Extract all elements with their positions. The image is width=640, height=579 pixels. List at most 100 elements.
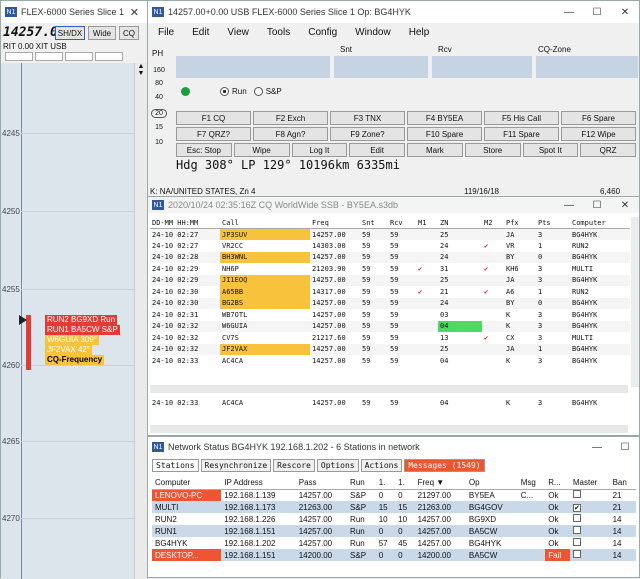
fkey-button[interactable]: Log It — [291, 143, 348, 157]
log-hscrollbar[interactable] — [150, 385, 628, 393]
fkey-button[interactable]: Wipe — [233, 143, 290, 157]
run-radio[interactable]: Run S&P — [220, 87, 282, 96]
mode-field[interactable] — [65, 52, 93, 61]
table-row[interactable]: 24-10 02:29 JI1EOQ 14257.00 59 59 25 JA 3 BG4HYK — [150, 274, 630, 286]
log-header-cell[interactable]: Freq — [310, 217, 360, 229]
menu-tools[interactable]: Tools — [267, 27, 290, 38]
table-row[interactable]: 24-10 02:28 BH3WNL 14257.00 59 59 24 BY 0 BG4HYK — [150, 251, 630, 263]
spot-jf2vax[interactable]: JF2VAX 42° — [45, 345, 93, 355]
bandmap-scrollbar[interactable]: ▲ ▼ — [134, 63, 147, 579]
log-header-cell[interactable]: Pfx — [504, 217, 536, 229]
cqzone-input[interactable] — [536, 56, 638, 78]
table-row[interactable]: 24-10 02:32 W6GUIA 14257.00 59 59 04 K 3 BG4HYK — [150, 320, 630, 332]
maximize-icon[interactable]: ☐ — [583, 7, 611, 18]
tab-stations[interactable]: Stations — [152, 459, 199, 472]
log-header-cell[interactable]: M1 — [416, 217, 438, 229]
fkey-button[interactable]: F4 BY5EA — [407, 111, 482, 125]
log-header-cell[interactable]: Call — [220, 217, 310, 229]
net-header-cell[interactable]: Master — [569, 477, 610, 490]
spot-cq-frequency[interactable]: CQ-Frequency — [45, 355, 105, 365]
band-15[interactable]: 15 — [151, 124, 167, 131]
band-20[interactable]: 20 — [151, 109, 167, 118]
fkey-button[interactable]: Esc: Stop — [176, 143, 232, 157]
scroll-down-icon[interactable]: ▼ — [135, 70, 147, 77]
net-header-cell[interactable]: 1. — [395, 477, 415, 490]
log-header-cell[interactable]: Pts — [536, 217, 570, 229]
close-icon[interactable]: ✕ — [130, 6, 147, 19]
fkey-button[interactable]: F7 QRZ? — [176, 127, 251, 141]
log-table[interactable]: DD-MM HH:MM Call Freq Snt Rcv M1 ZN M2 Pfx Pts Com… — [150, 217, 630, 367]
table-row[interactable]: 24-10 02:32 CV7S 21217.60 59 59 13 ✔ CX 3 MULTI — [150, 332, 630, 344]
fkey-button[interactable]: Store — [464, 143, 521, 157]
spot-w6guia[interactable]: W6GUIA 309° — [45, 335, 99, 345]
net-header-cell[interactable]: Computer — [152, 477, 222, 490]
table-row[interactable]: 24-10 02:27 JP3SUV 14257.00 59 59 25 JA 3 BG4HYK — [150, 228, 630, 240]
maximize-icon[interactable]: ☐ — [611, 442, 639, 453]
net-header-cell[interactable]: Msg — [517, 477, 546, 490]
menu-window[interactable]: Window — [355, 27, 391, 38]
log-header-cell[interactable]: M2 — [482, 217, 504, 229]
table-row[interactable]: 24-10 02:29 NH6P 21203.90 59 59 ✔ 31 ✔ KH6 3 MULTI — [150, 263, 630, 275]
table-row[interactable]: 24-10 02:27 VR2CC 14303.00 59 59 24 ✔ VR 1 RUN2 — [150, 240, 630, 252]
menu-file[interactable]: File — [158, 27, 174, 38]
log-header-cell[interactable]: Rcv — [388, 217, 416, 229]
table-row[interactable]: MULTI 192.168.1.173 21263.00 S&P 15 15 21263.0… — [152, 501, 636, 513]
band-160[interactable]: 160 — [151, 67, 167, 74]
extra-field[interactable] — [95, 52, 123, 61]
log-titlebar[interactable]: N1 2020/10/24 02:35:16Z CQ WorldWide SSB… — [148, 197, 639, 213]
spot-run2[interactable]: RUN2 BG9XD Run — [45, 315, 118, 325]
master-checkbox[interactable] — [572, 514, 581, 522]
close-icon[interactable]: ✕ — [611, 200, 639, 211]
network-titlebar[interactable]: N1 Network Status BG4HYK 192.168.1.202 -… — [148, 437, 639, 457]
menu-help[interactable]: Help — [409, 27, 430, 38]
menu-config[interactable]: Config — [308, 27, 337, 38]
fkey-button[interactable]: F8 Agn? — [253, 127, 328, 141]
table-row[interactable]: 24-10 02:33 AC4CA 14257.00 59 59 04 K 3 BG4HYK — [150, 355, 630, 367]
net-header-cell[interactable]: Op — [465, 477, 518, 490]
tab-actions[interactable]: Actions — [360, 459, 403, 472]
tab-options[interactable]: Options — [316, 459, 359, 472]
master-checkbox[interactable]: ✔ — [572, 503, 581, 512]
net-header-cell[interactable]: R... — [545, 477, 570, 490]
fkey-button[interactable]: F12 Wipe — [561, 127, 636, 141]
entry-titlebar[interactable]: N1 14257.00+0.00 USB FLEX-6000 Series Sl… — [148, 1, 639, 23]
table-row[interactable]: 24-10 02:30 A65BB 14317.00 59 59 ✔ 21 ✔ A6 1 RUN2 — [150, 286, 630, 298]
table-row[interactable]: BG4HYK 192.168.1.202 14257.00 Run 57 45 14257.… — [152, 537, 636, 549]
xit-field[interactable] — [35, 52, 63, 61]
log-header-cell[interactable]: Computer — [570, 217, 630, 229]
log-vscrollbar[interactable] — [631, 217, 639, 387]
fkey-button[interactable]: QRZ — [580, 143, 636, 157]
fkey-button[interactable]: Spot It — [522, 143, 579, 157]
rcv-input[interactable] — [432, 56, 532, 78]
master-checkbox[interactable] — [572, 490, 581, 499]
net-header-cell[interactable]: Ban — [609, 477, 636, 490]
spot-run1[interactable]: RUN1 BA5CW S&P — [45, 325, 120, 335]
close-icon[interactable]: ✕ — [611, 7, 639, 18]
menu-view[interactable]: View — [227, 27, 249, 38]
callsign-input[interactable] — [176, 56, 330, 78]
menu-edit[interactable]: Edit — [192, 27, 209, 38]
fkey-button[interactable]: Edit — [349, 143, 405, 157]
log-header-cell[interactable]: Snt — [360, 217, 388, 229]
fkey-button[interactable]: F2 Exch — [253, 111, 328, 125]
master-checkbox[interactable] — [572, 526, 581, 534]
bandmap-titlebar[interactable]: N1 FLEX-6000 Series Slice 1 ✕ — [1, 1, 147, 23]
rit-field[interactable] — [5, 52, 33, 61]
cq-button[interactable]: CQ — [119, 26, 139, 40]
bandmap-panel[interactable]: 4245 4250 4255 4260 4265 4270 RUN2 BG9XD… — [1, 63, 135, 579]
tab-rescore[interactable]: Rescore — [273, 459, 315, 472]
table-row[interactable]: 24-10 02:31 WB7OTL 14257.00 59 59 03 K 3 BG4HYK — [150, 309, 630, 321]
shdx-button[interactable]: SH/DX — [55, 26, 85, 40]
log-entry-row[interactable]: 24-10 02:33 AC4CA 14257.00 59 59 04 K 3 BG4HYK — [150, 397, 630, 409]
net-header-cell[interactable]: IP Address — [221, 477, 296, 490]
net-header-cell[interactable]: 1. — [375, 477, 396, 490]
fkey-button[interactable]: F6 Spare — [561, 111, 636, 125]
fkey-button[interactable]: F10 Spare — [407, 127, 482, 141]
scroll-up-icon[interactable]: ▲ — [135, 63, 147, 70]
stations-table[interactable]: Computer IP Address Pass Run 1. 1. Freq ▼ Op Msg… — [152, 477, 636, 561]
fkey-button[interactable]: F5 His Call — [484, 111, 559, 125]
minimize-icon[interactable]: — — [555, 200, 583, 211]
master-checkbox[interactable] — [572, 550, 581, 558]
minimize-icon[interactable]: — — [555, 7, 583, 18]
fkey-button[interactable]: F9 Zone? — [330, 127, 405, 141]
